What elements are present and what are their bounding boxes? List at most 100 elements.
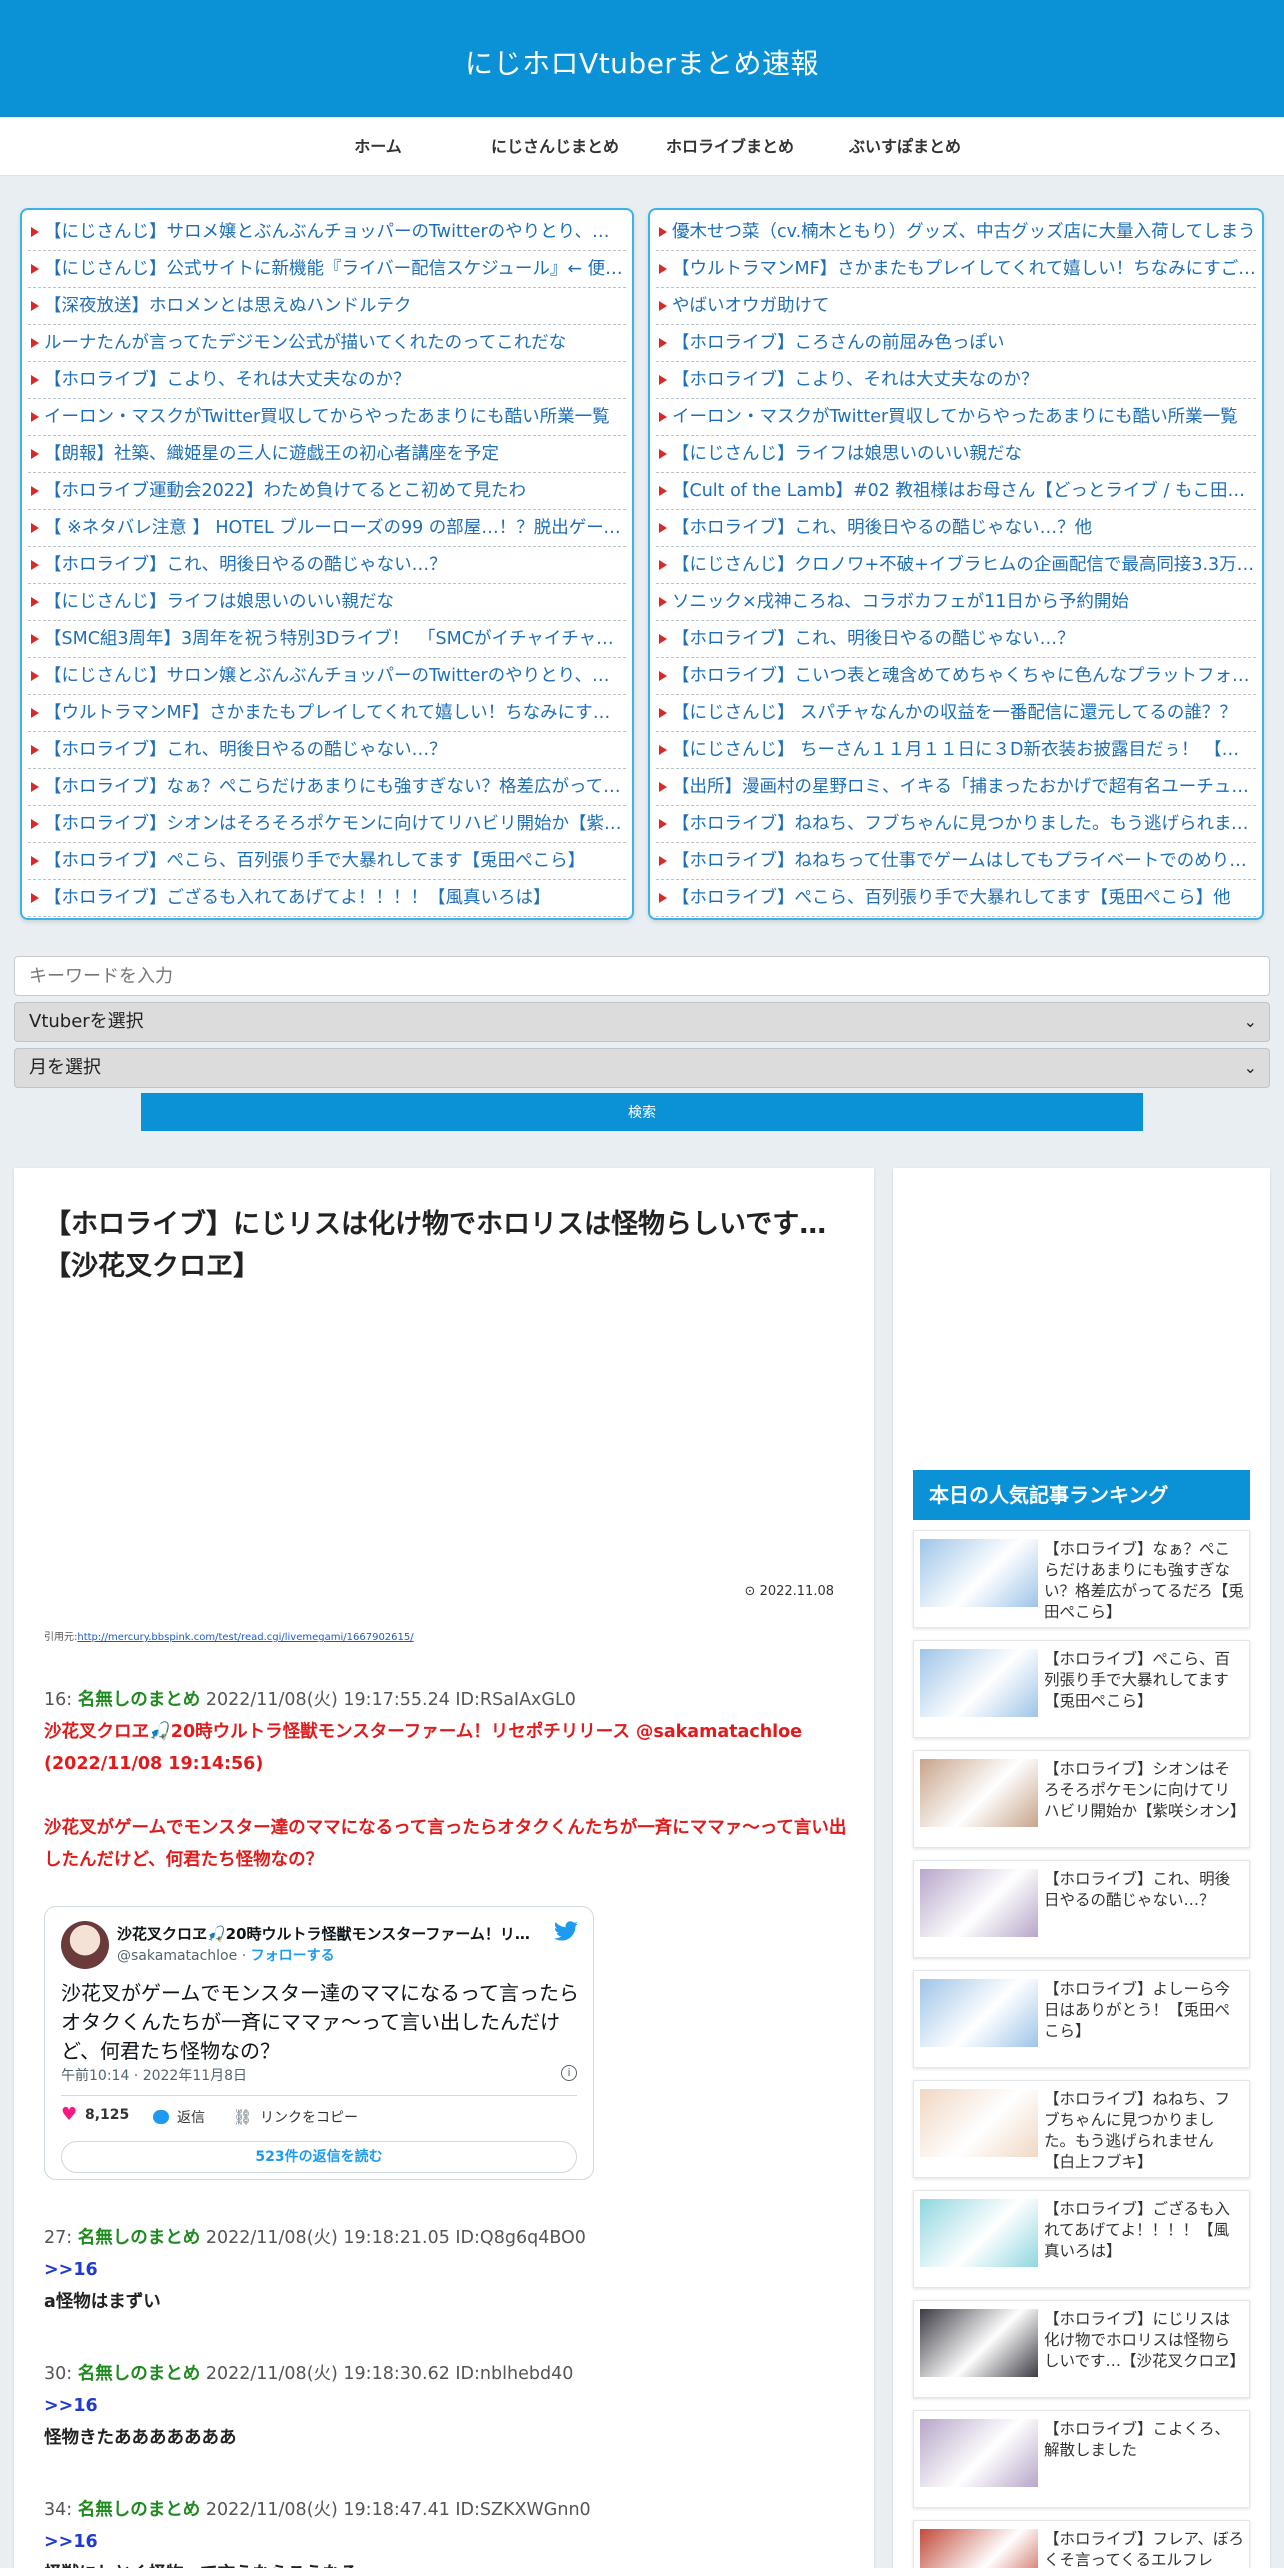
ranking-item-title[interactable]: 【ホロライブ】シオンはそろそろポケモンに向けてリハビリ開始か【紫咲シオン】	[1044, 1759, 1246, 1822]
ranking-item-title[interactable]: 【ホロライブ】ねねち、フブちゃんに見つかりました。もう逃げられません【白上フブキ…	[1044, 2089, 1244, 2173]
ranking-item-title[interactable]: 【ホロライブ】なぁ？ぺこらだけあまりにも強すぎない？格差広がってるだろ【兎田ぺこ…	[1044, 1539, 1244, 1623]
nav-home[interactable]: ホーム	[318, 117, 438, 176]
rss-link-item[interactable]: 【Cult of the Lamb】#02 教祖様はお母さん【どっとライブ / …	[656, 473, 1256, 510]
reply-anchor-link[interactable]: >>16	[44, 2254, 854, 2286]
comment-text: 沙花叉がゲームでモンスター達のママになるって言ったらオタクくんたちが一斉にママァ…	[44, 1818, 847, 1870]
rss-link-item[interactable]: 【ホロライブ】こいつ表と魂含めてめちゃくちゃに色んなプラットフォームで活動してる	[656, 658, 1256, 695]
rss-link-item[interactable]: 【ホロライブ】ころさんの前屈み色っぽい	[656, 325, 1256, 362]
rss-link-item[interactable]: 【にじさんじ】 ちーさん１１月１１日に３D新衣装お披露目だぅ！ 【町田ちま】	[656, 732, 1256, 769]
ranking-item-title[interactable]: 【ホロライブ】ぺこら、百列張り手で大暴れしてます【兎田ぺこら】	[1044, 1649, 1244, 1712]
rss-link-item[interactable]: 【にじさんじ】公式サイトに新機能『ライバー配信スケジュール』← 便利すぎる	[28, 251, 626, 288]
reply-button[interactable]: 返信	[153, 2107, 205, 2127]
reply-anchor-link[interactable]: >>16	[44, 2526, 854, 2558]
article-thumbnail[interactable]	[920, 1869, 1038, 1937]
search-button[interactable]: 検索	[141, 1093, 1143, 1131]
rss-link-item[interactable]: イーロン・マスクがTwitter買収してからやったあまりにも酷い所業一覧	[656, 399, 1256, 436]
article-thumbnail[interactable]	[920, 1649, 1038, 1717]
comment-author: 名無しのまとめ	[77, 2364, 201, 2384]
rss-link-item[interactable]: 【ホロライブ】ぺこら、百列張り手で大暴れしてます【兎田ぺこら】	[28, 843, 626, 880]
ranking-item[interactable]: 【ホロライブ】ぺこら、百列張り手で大暴れしてます【兎田ぺこら】	[913, 1640, 1250, 1738]
copy-link-button[interactable]: ⛓ リンクをコピー	[233, 2107, 358, 2127]
tweet-author-name[interactable]: 沙花叉クロヱ🎣20時ウルトラ怪獣モンスターファーム！リセ…	[117, 1923, 537, 1944]
rss-link-item[interactable]: 【にじさんじ】 スパチャなんかの収益を一番配信に還元してるの誰？？	[656, 695, 1256, 732]
rss-link-item[interactable]: 【ホロライブ】ねねち、フブちゃんに見つかりました。もう逃げられません【白上フブキ…	[656, 806, 1256, 843]
post-date-text: 2022.11.08	[759, 1584, 834, 1599]
rss-link-item[interactable]: 【ホロライブ】こより、それは大丈夫なのか？	[656, 362, 1256, 399]
comment-meta: 2022/11/08(火) 19:18:21.05 ID:Q8g6q4BO0	[205, 2228, 586, 2248]
article-thumbnail[interactable]	[920, 1539, 1038, 1607]
rss-link-item[interactable]: ソニック×戌神ころね、コラボカフェが11日から予約開始	[656, 584, 1256, 621]
like-button[interactable]: ♥ 8,125	[61, 2106, 129, 2124]
article-thumbnail[interactable]	[920, 2419, 1038, 2487]
embedded-tweet[interactable]: 沙花叉クロヱ🎣20時ウルトラ怪獣モンスターファーム！リセ… @sakamatac…	[44, 1906, 594, 2180]
rss-link-item[interactable]: 【ホロライブ】シオンはそろそろポケモンに向けてリハビリ開始か【紫咲シオン】	[28, 806, 626, 843]
rss-link-item[interactable]: 【SMC組3周年】3周年を祝う特別3Dライブ！ 「SMCがイチャイチャするだけ」	[28, 621, 626, 658]
ranking-item-title[interactable]: 【ホロライブ】フレア、ぼろくそ言ってくるエルフレ	[1044, 2529, 1244, 2568]
article-thumbnail[interactable]	[920, 2529, 1038, 2568]
rss-link-item[interactable]: 【朗報】社築、織姫星の三人に遊戯王の初心者講座を予定	[28, 436, 626, 473]
rss-link-item[interactable]: 【ホロライブ】こより、それは大丈夫なのか？	[28, 362, 626, 399]
ranking-item[interactable]: 【ホロライブ】こよくろ、解散しました	[913, 2410, 1250, 2508]
rss-link-item[interactable]: 【ホロライブ】なぁ？ぺこらだけあまりにも強すぎない？格差広がってるだろ	[28, 769, 626, 806]
vtuber-select[interactable]: Vtuberを選択 ⌄	[14, 1002, 1270, 1042]
comment-34: 34: 名無しのまとめ 2022/11/08(火) 19:18:47.41 ID…	[44, 2494, 854, 2568]
rss-link-item[interactable]: 【にじさんじ】サロメ嬢とぶんぶんチョッパーのTwitterのやりとり、絵面が強い	[28, 214, 626, 251]
comment-text: 怪獣にしとく怪物って言うならこうなる	[44, 2558, 854, 2568]
ranking-item[interactable]: 【ホロライブ】ねねち、フブちゃんに見つかりました。もう逃げられません【白上フブキ…	[913, 2080, 1250, 2178]
info-icon[interactable]: i	[561, 2065, 577, 2081]
rss-link-item[interactable]: ルーナたんが言ってたデジモン公式が描いてくれたのってこれだな	[28, 325, 626, 362]
ranking-item[interactable]: 【ホロライブ】にじリスは化け物でホロリスは怪物らしいです…【沙花叉クロヱ】	[913, 2300, 1250, 2398]
article-thumbnail[interactable]	[920, 2089, 1038, 2157]
rss-link-item[interactable]: 優木せつ菜（cv.楠木ともり）グッズ、中古グッズ店に大量入荷してしまう	[656, 214, 1256, 251]
nav-nijisanji[interactable]: にじさんじまとめ	[480, 117, 630, 176]
rss-link-item[interactable]: 【にじさんじ】ライフは娘思いのいい親だな	[28, 584, 626, 621]
rss-link-item[interactable]: 【ホロライブ】ぺこら、百列張り手で大暴れしてます【兎田ぺこら】他	[656, 880, 1256, 917]
rss-link-item[interactable]: 【にじさんじ】クロノワ+不破+イブラヒムの企画配信で最高同接3.3万人突破	[656, 547, 1256, 584]
ranking-item-title[interactable]: 【ホロライブ】よしーら今日はありがとう！【兎田ぺこら】	[1044, 1979, 1244, 2042]
ranking-item[interactable]: 【ホロライブ】フレア、ぼろくそ言ってくるエルフレ	[913, 2520, 1250, 2568]
article-thumbnail[interactable]	[920, 2309, 1038, 2377]
comment-meta: 2022/11/08(火) 19:18:30.62 ID:nblhebd40	[205, 2364, 574, 2384]
ranking-item[interactable]: 【ホロライブ】よしーら今日はありがとう！【兎田ぺこら】	[913, 1970, 1250, 2068]
nav-hololive[interactable]: ホロライブまとめ	[655, 117, 805, 176]
article-thumbnail[interactable]	[920, 1979, 1038, 2047]
tweet-timestamp[interactable]: 午前10:14 · 2022年11月8日	[61, 2065, 247, 2085]
rss-link-item[interactable]: 【ウルトラマンMF】さかまたもプレイしてくれて嬉しい！ちなみにすごく面白い	[656, 251, 1256, 288]
keyword-search-input[interactable]	[14, 956, 1270, 996]
rss-link-item[interactable]: イーロン・マスクがTwitter買収してからやったあまりにも酷い所業一覧	[28, 399, 626, 436]
site-title[interactable]: にじホロVtuberまとめ速報	[0, 42, 1284, 82]
read-replies-button[interactable]: 523件の返信を読む	[61, 2141, 577, 2173]
ranking-item-title[interactable]: 【ホロライブ】こよくろ、解散しました	[1044, 2419, 1244, 2461]
rss-link-item[interactable]: 【出所】漫画村の星野ロミ、イキる「捕まったおかげで超有名ユーチューバーに」	[656, 769, 1256, 806]
article-thumbnail[interactable]	[920, 1759, 1038, 1827]
rss-link-item[interactable]: 【深夜放送】ホロメンとは思えぬハンドルテク	[28, 288, 626, 325]
month-select[interactable]: 月を選択 ⌄	[14, 1048, 1270, 1088]
reply-anchor-link[interactable]: >>16	[44, 2390, 854, 2422]
rss-link-item[interactable]: 【ホロライブ】ござるも入れてあげてよ！！！！【風真いろは】	[28, 880, 626, 917]
source-link[interactable]: http://mercury.bbspink.com/test/read.cgi…	[77, 1632, 413, 1643]
rss-link-item[interactable]: やばいオウガ助けて	[656, 288, 1256, 325]
rss-link-item[interactable]: 【ホロライブ運動会2022】わため負けてるとこ初めて見たわ	[28, 473, 626, 510]
nav-vspo[interactable]: ぶいすぽまとめ	[830, 117, 980, 176]
ranking-item-title[interactable]: 【ホロライブ】これ、明後日やるの酷じゃない…？	[1044, 1869, 1244, 1911]
rss-link-item[interactable]: 【ホロライブ】これ、明後日やるの酷じゃない…？	[28, 547, 626, 584]
ranking-item-title[interactable]: 【ホロライブ】ござるも入れてあげてよ！！！！【風真いろは】	[1044, 2199, 1244, 2262]
follow-button[interactable]: フォローする	[251, 1948, 335, 1964]
ranking-item[interactable]: 【ホロライブ】シオンはそろそろポケモンに向けてリハビリ開始か【紫咲シオン】	[913, 1750, 1250, 1848]
rss-link-item[interactable]: 【ウルトラマンMF】さかまたもプレイしてくれて嬉しい！ちなみにすごく面白い	[28, 695, 626, 732]
avatar[interactable]	[61, 1921, 109, 1969]
rss-link-item[interactable]: 【ホロライブ】これ、明後日やるの酷じゃない…？他	[656, 510, 1256, 547]
twitter-bird-icon[interactable]	[553, 1921, 579, 1943]
rss-link-item[interactable]: 【ホロライブ】ねねちって仕事でゲームはしてもプライベートでのめり込まないタイプ	[656, 843, 1256, 880]
rss-link-item[interactable]: 【ホロライブ】これ、明後日やるの酷じゃない…？	[656, 621, 1256, 658]
ranking-item[interactable]: 【ホロライブ】これ、明後日やるの酷じゃない…？	[913, 1860, 1250, 1958]
rss-link-item[interactable]: 【ホロライブ】これ、明後日やるの酷じゃない…？	[28, 732, 626, 769]
rss-link-item[interactable]: 【にじさんじ】ライフは娘思いのいい親だな	[656, 436, 1256, 473]
comment-header: 34: 名無しのまとめ 2022/11/08(火) 19:18:47.41 ID…	[44, 2494, 854, 2526]
rss-link-item[interactable]: 【にじさんじ】サロン嬢とぶんぶんチョッパーのTwitterのやりとり、絵面が強い	[28, 658, 626, 695]
article-thumbnail[interactable]	[920, 2199, 1038, 2267]
ranking-item[interactable]: 【ホロライブ】ござるも入れてあげてよ！！！！【風真いろは】	[913, 2190, 1250, 2288]
ranking-item[interactable]: 【ホロライブ】なぁ？ぺこらだけあまりにも強すぎない？格差広がってるだろ【兎田ぺこ…	[913, 1530, 1250, 1628]
ranking-item-title[interactable]: 【ホロライブ】にじリスは化け物でホロリスは怪物らしいです…【沙花叉クロヱ】	[1044, 2309, 1245, 2372]
rss-link-item[interactable]: 【 ※ネタバレ注意 】 HOTEL ブルーローズの99 の部屋…！？脱出ゲームに…	[28, 510, 626, 547]
